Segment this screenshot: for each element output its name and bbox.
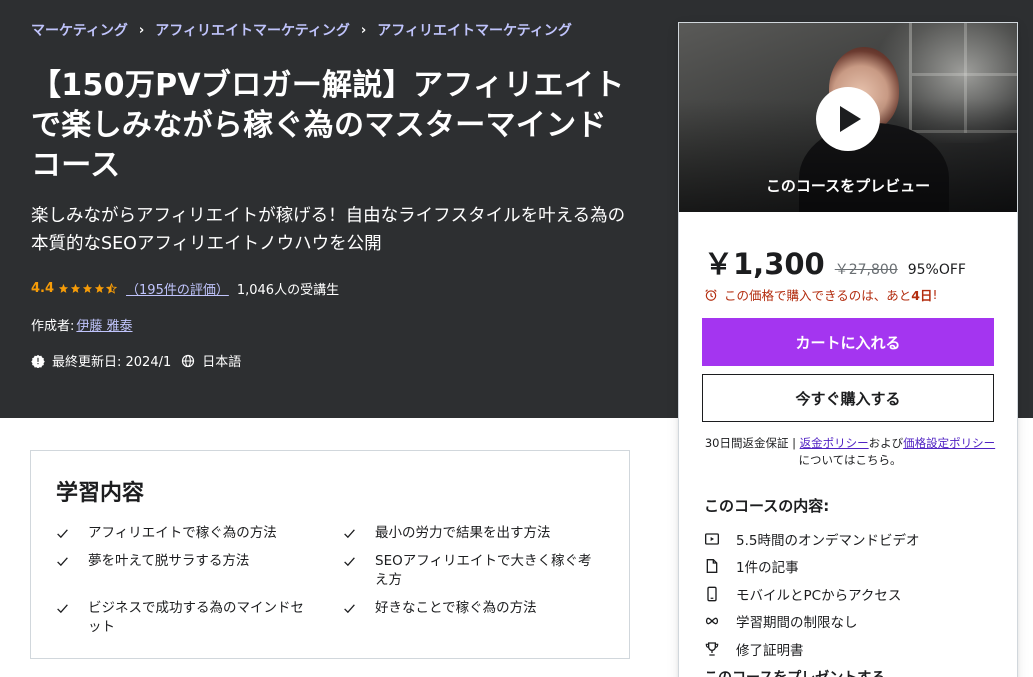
- guarantee-text: 30日間返金保証: [704, 436, 789, 450]
- half-star-icon: [106, 283, 118, 294]
- timer-text: この価格で購入できるのは、あと: [724, 288, 912, 303]
- learn-item-text: アフィリエイトで稼ぐ為の方法: [88, 525, 277, 541]
- author-row: 作成者: 伊藤 雅泰: [31, 315, 133, 334]
- course-subtitle: 楽しみながらアフィリエイトが稼げる！自由なライフスタイルを叶える為の本質的なSE…: [31, 206, 626, 254]
- check-icon: [57, 557, 68, 567]
- star-icon: [58, 283, 69, 293]
- learn-title: 学習内容: [56, 481, 145, 506]
- chevron-right-icon: ›: [138, 22, 145, 38]
- trophy-icon: [705, 642, 719, 656]
- check-icon: [344, 604, 355, 614]
- alert-badge-icon: [31, 354, 45, 368]
- learn-item-text: 最小の労力で結果を出す方法: [375, 525, 551, 541]
- includes-title: このコースの内容:: [704, 497, 830, 515]
- timer-days: 4日: [911, 288, 933, 303]
- learn-item-text: SEOアフィリエイトで大きく稼ぐ考え方: [375, 553, 592, 588]
- includes-item-text: 1件の記事: [736, 560, 799, 577]
- breadcrumb-item-affiliate-topic[interactable]: アフィリエイトマーケティング: [377, 20, 572, 40]
- student-count: 1,046人の受講生: [236, 283, 340, 298]
- alarm-clock-icon: [705, 288, 717, 301]
- purchase-sidebar: このコースをプレビュー ￥1,300 ￥27,800 95%OFF この価格で購…: [678, 22, 1018, 677]
- includes-item-text: モバイルとPCからアクセス: [736, 587, 902, 604]
- learn-item: SEOアフィリエイトで大きく稼ぐ考え方: [343, 552, 603, 590]
- globe-icon: [182, 354, 195, 367]
- breadcrumb: マーケティング › アフィリエイトマーケティング › アフィリエイトマーケティン…: [31, 20, 572, 40]
- preview-label: このコースをプレビュー: [765, 177, 931, 195]
- includes-item: 修了証明書: [704, 635, 919, 663]
- current-price: ￥1,300: [704, 247, 825, 281]
- learn-item: 最小の労力で結果を出す方法: [343, 524, 603, 543]
- article-icon: [706, 559, 718, 574]
- star-icon: [82, 283, 93, 293]
- what-you-will-learn-box: 学習内容 アフィリエイトで稼ぐ為の方法 最小の労力で結果を出す方法 夢を叶えて脱…: [30, 450, 630, 659]
- learn-item: 夢を叶えて脱サラする方法: [56, 552, 316, 571]
- check-icon: [57, 604, 68, 614]
- mobile-icon: [707, 586, 717, 602]
- rating-value: 4.4: [31, 281, 55, 296]
- includes-item: モバイルとPCからアクセス: [704, 580, 919, 608]
- includes-item: 5.5時間のオンデマンドビデオ: [704, 525, 919, 553]
- rating-count-link[interactable]: （195件の評価）: [126, 279, 229, 298]
- check-icon: [344, 529, 355, 539]
- includes-item-text: 修了証明書: [736, 642, 804, 659]
- check-icon: [57, 529, 68, 539]
- infinity-icon: [705, 617, 719, 625]
- rating-row: 4.4 （195件の評価） 1,046人の受講生: [31, 279, 339, 298]
- breadcrumb-item-affiliate-category[interactable]: アフィリエイトマーケティング: [155, 20, 350, 40]
- play-button[interactable]: [816, 87, 880, 151]
- meta-row: 最終更新日: 2024/1 日本語: [31, 351, 241, 370]
- chevron-right-icon: ›: [360, 22, 367, 38]
- learn-item: アフィリエイトで稼ぐ為の方法: [56, 524, 316, 543]
- buy-now-button[interactable]: 今すぐ購入する: [702, 374, 994, 422]
- price-row: ￥1,300 ￥27,800 95%OFF: [704, 241, 966, 283]
- author-link[interactable]: 伊藤 雅泰: [76, 315, 132, 334]
- includes-item: 学習期間の制限なし: [704, 608, 919, 636]
- learn-item: 好きなことで稼ぐ為の方法: [343, 599, 603, 618]
- and-text: および: [868, 436, 904, 450]
- guarantee-separator: |: [788, 436, 800, 450]
- video-icon: [705, 533, 719, 545]
- learn-item-text: 好きなことで稼ぐ為の方法: [375, 600, 537, 616]
- course-preview-video[interactable]: このコースをプレビュー: [679, 23, 1017, 212]
- check-icon: [344, 557, 355, 567]
- money-back-guarantee: 30日間返金保証 | 返金ポリシーおよび価格設定ポリシーについてはこちら。: [704, 435, 996, 469]
- refund-policy-link[interactable]: 返金ポリシー: [800, 436, 869, 450]
- learn-item: ビジネスで成功する為のマインドセット: [56, 599, 316, 637]
- original-price: ￥27,800: [834, 262, 898, 278]
- includes-item: 1件の記事: [704, 553, 919, 581]
- learn-item-text: ビジネスで成功する為のマインドセット: [88, 600, 304, 635]
- play-icon: [840, 106, 861, 132]
- author-label: 作成者:: [31, 319, 75, 334]
- sale-timer: この価格で購入できるのは、あと 4日 !: [704, 285, 937, 304]
- gift-course-text: このコースをプレゼントする: [704, 667, 885, 677]
- star-icon: [94, 283, 105, 293]
- add-to-cart-button[interactable]: カートに入れる: [702, 318, 994, 366]
- last-updated: 最終更新日: 2024/1: [52, 355, 172, 370]
- policy-suffix-text: についてはこちら。: [798, 453, 902, 467]
- star-icon: [70, 283, 81, 293]
- timer-suffix: !: [932, 287, 938, 302]
- discount-percent: 95%OFF: [907, 262, 966, 278]
- includes-list: 5.5時間のオンデマンドビデオ 1件の記事 モバイルとPCからアクセス 学習期間…: [704, 525, 919, 663]
- gift-course-link[interactable]: このコースをプレゼントする: [704, 667, 885, 677]
- includes-item-text: 5.5時間のオンデマンドビデオ: [736, 532, 920, 549]
- learn-item-text: 夢を叶えて脱サラする方法: [88, 553, 250, 569]
- course-title: 【150万PVブロガー解説】アフィリエイトで楽しみながら稼ぐ為のマスターマインド…: [31, 68, 625, 183]
- pricing-policy-link[interactable]: 価格設定ポリシー: [903, 436, 995, 450]
- course-language: 日本語: [202, 355, 242, 370]
- breadcrumb-item-marketing[interactable]: マーケティング: [31, 20, 128, 40]
- rating-stars: [58, 283, 118, 294]
- includes-item-text: 学習期間の制限なし: [736, 615, 858, 632]
